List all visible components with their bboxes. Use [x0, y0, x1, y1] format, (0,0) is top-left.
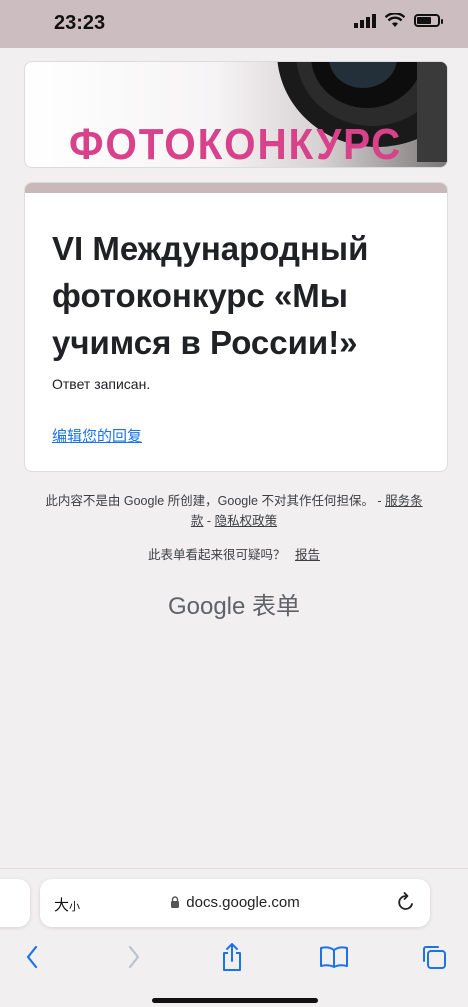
- forward-button[interactable]: [118, 941, 150, 973]
- chevron-left-icon: [26, 945, 38, 969]
- chevron-right-icon: [128, 945, 140, 969]
- browser-nav-row: [0, 937, 468, 977]
- battery-icon: [414, 14, 443, 27]
- back-button[interactable]: [16, 941, 48, 973]
- banner-title: ФОТОКОНКУРС: [69, 120, 403, 168]
- address-bar[interactable]: 大小 docs.google.com: [40, 879, 430, 927]
- share-button[interactable]: [216, 941, 248, 973]
- tabs-button[interactable]: [418, 941, 450, 973]
- status-bar: 23:23: [0, 0, 468, 48]
- cellular-signal-icon: [354, 13, 376, 28]
- browser-toolbar: 大小 docs.google.com: [0, 868, 468, 1007]
- edit-response-link[interactable]: 编辑您的回复: [52, 425, 142, 446]
- url-display[interactable]: docs.google.com: [40, 894, 430, 911]
- response-card: VI Международный фотоконкурс «Мы учимся …: [24, 182, 448, 472]
- status-icons: [354, 13, 443, 28]
- form-header-banner: ФОТОКОНКУРС: [24, 61, 448, 168]
- privacy-link[interactable]: 隐私权政策: [215, 514, 278, 528]
- reload-icon[interactable]: [396, 891, 416, 913]
- share-icon: [223, 943, 241, 971]
- report-question: 此表单看起来很可疑吗？: [147, 548, 286, 562]
- disclaimer: 此内容不是由 Google 所创建，Google 不对其作任何担保。 - 服务条…: [40, 491, 428, 531]
- response-recorded-text: Ответ записан.: [52, 376, 151, 392]
- lock-icon: [171, 896, 180, 908]
- url-text: docs.google.com: [186, 894, 300, 911]
- home-indicator[interactable]: [152, 998, 318, 1003]
- previous-tab-preview[interactable]: [0, 879, 30, 927]
- card-accent-bar: [25, 183, 447, 193]
- report-abuse-line: 此表单看起来很可疑吗？ 报告: [0, 544, 468, 563]
- footer-separator: -: [206, 514, 212, 528]
- form-title: VI Международный фотоконкурс «Мы учимся …: [52, 230, 369, 361]
- disclaimer-text: 此内容不是由 Google 所创建，Google 不对其作任何担保。 -: [45, 494, 382, 508]
- tabs-icon: [423, 946, 446, 969]
- bookmarks-button[interactable]: [318, 941, 350, 973]
- report-link[interactable]: 报告: [295, 548, 320, 562]
- google-forms-logo[interactable]: Google 表单: [0, 586, 468, 621]
- wifi-icon: [385, 13, 405, 27]
- book-icon: [320, 946, 348, 968]
- status-time: 23:23: [54, 12, 106, 34]
